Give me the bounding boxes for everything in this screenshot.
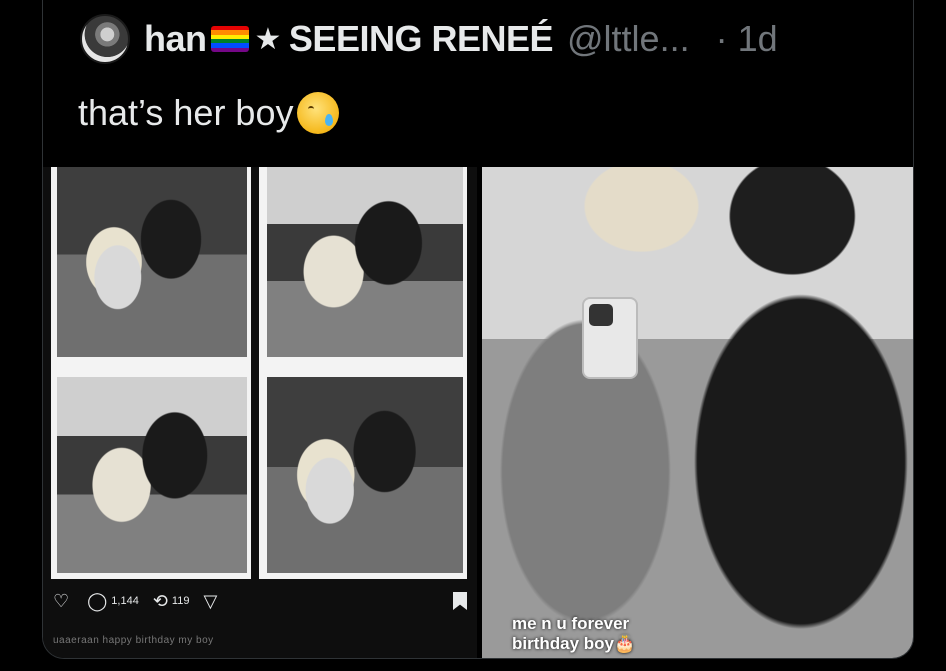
display-name[interactable]: han ★ SEEING RENEÉ: [144, 18, 554, 60]
story-caption-line: me n u forever: [512, 614, 630, 633]
timestamp[interactable]: · 1d: [716, 18, 778, 60]
user-handle[interactable]: @lttle...: [567, 18, 690, 60]
reply-count: 1,144: [111, 595, 139, 607]
crying-smile-emoji-icon: [297, 92, 340, 134]
photo-frame: [267, 167, 463, 357]
media-image-right[interactable]: me n u forever birthday boy🎂: [482, 167, 913, 658]
heart-icon: ♡: [53, 590, 70, 611]
reply-icon: ◯: [87, 590, 108, 611]
photo-frame: [57, 377, 247, 573]
embedded-caption: uaaeraan happy birthday my boy: [53, 635, 214, 646]
photo-frame: [57, 167, 247, 357]
star-icon: ★: [254, 22, 282, 56]
media-image-left[interactable]: ♡ ◯ 1,144 ⟲ 119 ▽ uaaeraan happy birthday …: [43, 167, 477, 658]
display-name-suffix[interactable]: SEEING RENEÉ: [289, 18, 554, 60]
retweet-icon: ⟲: [152, 590, 168, 611]
tweet-media[interactable]: ♡ ◯ 1,144 ⟲ 119 ▽ uaaeraan happy birthday …: [43, 167, 913, 658]
photo-frame: [267, 377, 463, 573]
tweet-text-body: that’s her boy: [78, 92, 294, 133]
phone-in-photo: [582, 297, 638, 379]
share-button[interactable]: ▽: [203, 591, 221, 612]
tweet-text: that’s her boy: [78, 92, 340, 134]
tweet-card[interactable]: han ★ SEEING RENEÉ @lttle... · 1d that’s…: [42, 0, 914, 659]
share-icon: ▽: [203, 590, 218, 611]
retweet-count: 119: [171, 595, 190, 607]
like-button[interactable]: ♡: [53, 591, 73, 612]
retweet-button[interactable]: ⟲ 119: [153, 591, 190, 612]
story-caption-line: birthday boy🎂: [512, 634, 636, 653]
reply-button[interactable]: ◯ 1,144: [87, 591, 139, 612]
story-caption: me n u forever birthday boy🎂: [512, 614, 635, 654]
avatar[interactable]: [80, 14, 130, 64]
display-name-text[interactable]: han: [144, 18, 207, 60]
tweet-header: han ★ SEEING RENEÉ @lttle... · 1d: [80, 12, 778, 66]
pride-flag-icon: [210, 26, 249, 52]
embedded-tweet-actions: ♡ ◯ 1,144 ⟲ 119 ▽: [53, 587, 473, 615]
